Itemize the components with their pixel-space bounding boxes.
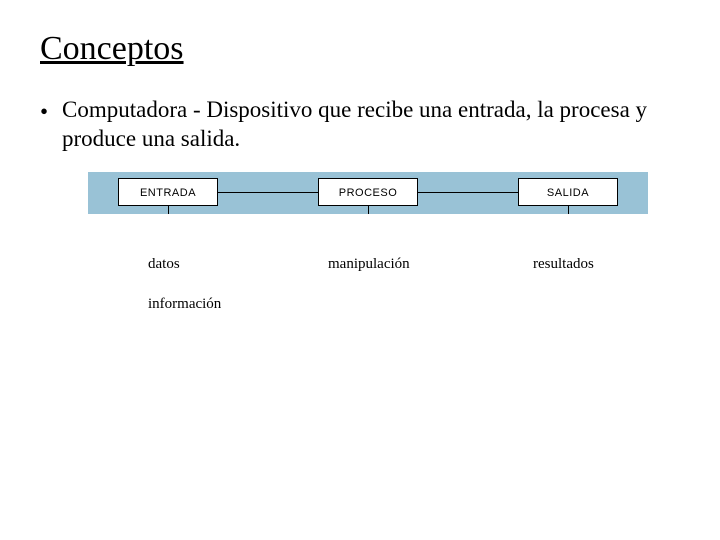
diagram-connector [418, 192, 518, 193]
bullet-dot: • [40, 96, 62, 127]
bullet-text: Computadora - Dispositivo que recibe una… [62, 96, 680, 154]
label-informacion: información [148, 296, 221, 313]
labels-row-2: información [88, 296, 648, 320]
diagram-stub [168, 206, 169, 214]
diagram-box-salida: SALIDA [518, 178, 618, 206]
slide: Conceptos • Computadora - Dispositivo qu… [0, 0, 720, 540]
diagram-stub [368, 206, 369, 214]
diagram-stub [568, 206, 569, 214]
diagram-box-entrada: ENTRADA [118, 178, 218, 206]
labels-row-1: datos manipulación resultados [88, 256, 648, 280]
diagram-connector [218, 192, 318, 193]
slide-title: Conceptos [40, 30, 680, 68]
label-manipulacion: manipulación [328, 256, 410, 273]
label-resultados: resultados [533, 256, 594, 273]
bullet-item: • Computadora - Dispositivo que recibe u… [40, 96, 680, 154]
diagram-box-proceso: PROCESO [318, 178, 418, 206]
process-diagram: ENTRADA PROCESO SALIDA [88, 172, 648, 214]
label-datos: datos [148, 256, 180, 273]
